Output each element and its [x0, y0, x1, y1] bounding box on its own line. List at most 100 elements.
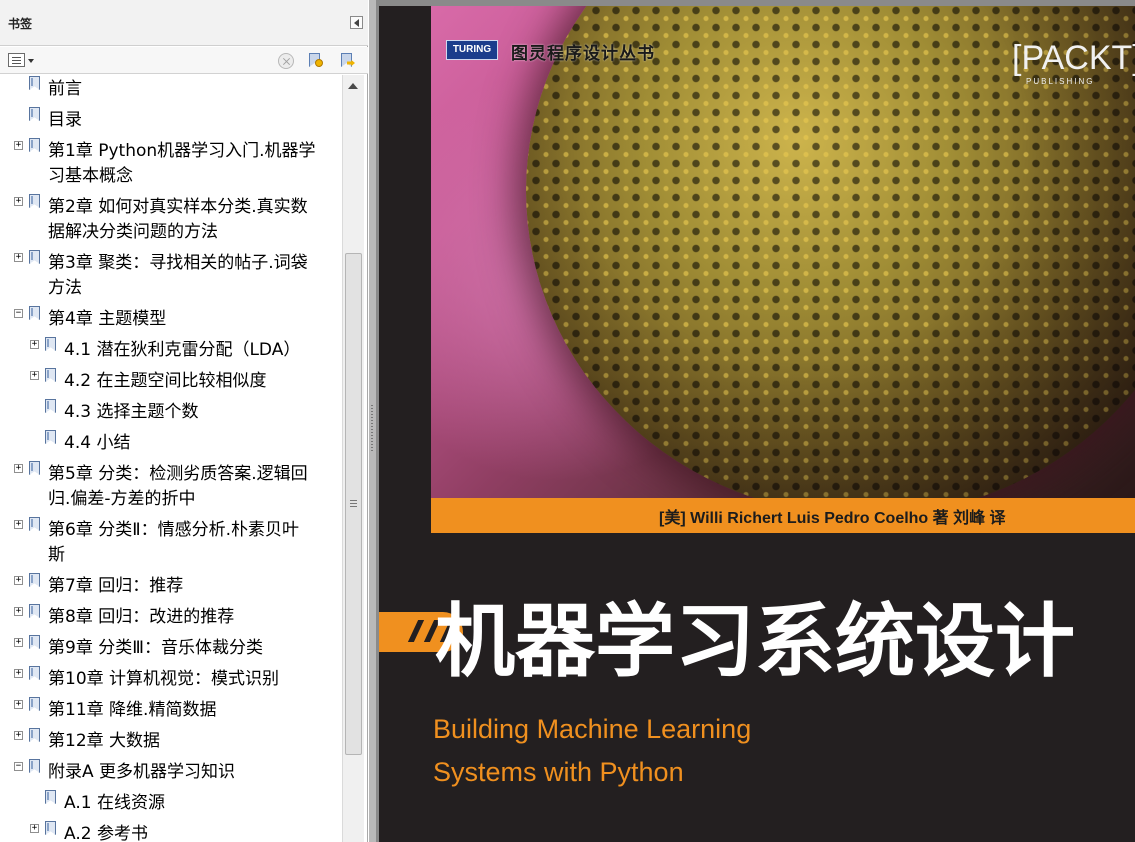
- bookmark-item[interactable]: + 第6章 分类Ⅱ：情感分析.朴素贝叶斯: [0, 516, 342, 572]
- bookmark-icon: [45, 821, 57, 837]
- bookmark-icon: [29, 76, 41, 92]
- bookmark-icon: [29, 107, 41, 123]
- bookmark-label[interactable]: 第1章 Python机器学习入门.机器学: [48, 139, 316, 163]
- bookmark-icon: [29, 250, 41, 266]
- bookmark-icon: [29, 138, 41, 154]
- packt-subtitle: PUBLISHING: [1026, 77, 1095, 86]
- bookmark-item[interactable]: + 第11章 降维.精简数据: [0, 696, 342, 727]
- bookmark-item[interactable]: 目录: [0, 106, 342, 137]
- bookmark-item[interactable]: + A.2 参考书: [0, 820, 342, 842]
- bookmark-label[interactable]: 第4章 主题模型: [48, 307, 166, 331]
- bookmark-icon: [29, 697, 41, 713]
- expand-icon[interactable]: +: [14, 253, 23, 262]
- bookmark-item[interactable]: + 第8章 回归：改进的推荐: [0, 603, 342, 634]
- splitter-grip-icon: [371, 405, 373, 453]
- bookmark-scrollbar[interactable]: [342, 75, 364, 842]
- bookmark-label-continued[interactable]: 归.偏差-方差的折中: [48, 487, 196, 511]
- bookmark-item[interactable]: +4.1 潜在狄利克雷分配（LDA）: [0, 336, 342, 367]
- bookmark-label[interactable]: 前言: [48, 77, 82, 101]
- expand-icon[interactable]: +: [14, 576, 23, 585]
- bookmark-label[interactable]: A.2 参考书: [64, 822, 148, 842]
- expand-icon[interactable]: +: [30, 371, 39, 380]
- collapse-icon[interactable]: −: [14, 762, 23, 771]
- expand-icon[interactable]: +: [14, 731, 23, 740]
- bookmark-label[interactable]: 第12章 大数据: [48, 729, 160, 753]
- expand-icon[interactable]: +: [14, 669, 23, 678]
- bookmark-label[interactable]: 4.3 选择主题个数: [64, 400, 198, 424]
- scrollbar-thumb[interactable]: [345, 253, 362, 755]
- collapse-panel-button[interactable]: [350, 16, 363, 29]
- bookmark-item[interactable]: 4.4 小结: [0, 429, 342, 460]
- book-cover-page: TURING 图灵程序设计丛书 [PACKT] PUBLISHING [美] W…: [379, 6, 1135, 842]
- title-english-line2: Systems with Python: [433, 757, 684, 787]
- expand-icon[interactable]: +: [14, 638, 23, 647]
- expand-icon[interactable]: +: [30, 340, 39, 349]
- expand-icon[interactable]: +: [14, 700, 23, 709]
- bookmark-label[interactable]: 4.1 潜在狄利克雷分配（LDA）: [64, 338, 300, 362]
- bookmarks-toolbar: [0, 47, 368, 74]
- bookmark-item[interactable]: +4.2 在主题空间比较相似度: [0, 367, 342, 398]
- bookmark-label[interactable]: 第6章 分类Ⅱ：情感分析.朴素贝叶: [48, 518, 299, 542]
- panel-header: 书签: [0, 0, 368, 46]
- grip-icon: [350, 500, 357, 501]
- bookmark-icon: [29, 517, 41, 533]
- bookmark-label[interactable]: 第8章 回归：改进的推荐: [48, 605, 234, 629]
- series-title: 图灵程序设计丛书: [511, 44, 655, 64]
- bookmark-label[interactable]: 第3章 聚类：寻找相关的帖子.词袋: [48, 251, 308, 275]
- author-bar: [美] Willi Richert Luis Pedro Coelho 著 刘峰…: [431, 498, 1135, 533]
- authors-text: [美] Willi Richert Luis Pedro Coelho 著 刘峰…: [659, 510, 1006, 527]
- delete-bookmark-icon[interactable]: [278, 53, 294, 69]
- bookmark-item[interactable]: 前言: [0, 75, 342, 106]
- bookmark-label[interactable]: 第9章 分类Ⅲ：音乐体裁分类: [48, 636, 263, 660]
- expand-icon[interactable]: +: [30, 824, 39, 833]
- bookmark-label-continued[interactable]: 据解决分类问题的方法: [48, 220, 218, 244]
- bookmark-item[interactable]: + 第12章 大数据: [0, 727, 342, 758]
- bookmark-item[interactable]: + 第1章 Python机器学习入门.机器学 习基本概念: [0, 137, 342, 193]
- bookmark-item[interactable]: + 第9章 分类Ⅲ：音乐体裁分类: [0, 634, 342, 665]
- new-bookmark-icon[interactable]: [307, 53, 323, 69]
- bookmark-icon: [29, 194, 41, 210]
- panel-splitter[interactable]: [369, 0, 376, 842]
- bookmark-label-continued[interactable]: 习基本概念: [48, 164, 133, 188]
- bookmark-label[interactable]: 第5章 分类：检测劣质答案.逻辑回: [48, 462, 308, 486]
- bookmark-label[interactable]: 第7章 回归：推荐: [48, 574, 183, 598]
- bookmark-item[interactable]: + 第7章 回归：推荐: [0, 572, 342, 603]
- packt-logo: [PACKT] PUBLISHING: [1012, 40, 1135, 86]
- scroll-up-arrow-icon[interactable]: [348, 83, 358, 89]
- bookmark-item[interactable]: + 第2章 如何对真实样本分类.真实数 据解决分类问题的方法: [0, 193, 342, 249]
- collapse-icon[interactable]: −: [14, 309, 23, 318]
- expand-icon[interactable]: +: [14, 464, 23, 473]
- bookmark-icon: [45, 368, 57, 384]
- bookmark-item[interactable]: + 第10章 计算机视觉：模式识别: [0, 665, 342, 696]
- bookmark-label[interactable]: 第10章 计算机视觉：模式识别: [48, 667, 279, 691]
- bookmark-icon: [29, 573, 41, 589]
- bookmark-label-continued[interactable]: 斯: [48, 543, 65, 567]
- expand-icon[interactable]: +: [14, 141, 23, 150]
- bookmark-label[interactable]: 目录: [48, 108, 82, 132]
- dropdown-arrow-icon: [28, 59, 34, 63]
- expand-icon[interactable]: +: [14, 520, 23, 529]
- bookmark-icon: [45, 399, 57, 415]
- bookmark-label[interactable]: 4.4 小结: [64, 431, 130, 455]
- turing-logo: TURING: [446, 40, 498, 60]
- bookmark-item[interactable]: + 第5章 分类：检测劣质答案.逻辑回 归.偏差-方差的折中: [0, 460, 342, 516]
- bookmark-item[interactable]: + 第3章 聚类：寻找相关的帖子.词袋 方法: [0, 249, 342, 305]
- bookmark-label[interactable]: 第2章 如何对真实样本分类.真实数: [48, 195, 308, 219]
- bookmark-label-continued[interactable]: 方法: [48, 276, 82, 300]
- expand-icon[interactable]: +: [14, 197, 23, 206]
- bookmark-item[interactable]: − 第4章 主题模型: [0, 305, 342, 336]
- bookmark-item[interactable]: A.1 在线资源: [0, 789, 342, 820]
- bookmarks-panel: 书签 前言目录 + 第1章 Python机器学习入门.机器学 习基本概念 + 第2章 如何…: [0, 0, 368, 842]
- bookmark-icon: [29, 728, 41, 744]
- bookmark-item[interactable]: − 附录A 更多机器学习知识: [0, 758, 342, 789]
- bookmark-label[interactable]: A.1 在线资源: [64, 791, 165, 815]
- bookmark-label[interactable]: 4.2 在主题空间比较相似度: [64, 369, 266, 393]
- bookmark-label[interactable]: 附录A 更多机器学习知识: [48, 760, 235, 784]
- bookmark-item[interactable]: 4.3 选择主题个数: [0, 398, 342, 429]
- expand-icon[interactable]: +: [14, 607, 23, 616]
- expand-bookmark-icon[interactable]: [339, 53, 355, 69]
- panel-title: 书签: [8, 17, 33, 31]
- options-menu-button[interactable]: [8, 53, 34, 68]
- bookmark-label[interactable]: 第11章 降维.精简数据: [48, 698, 216, 722]
- list-options-icon: [8, 53, 25, 67]
